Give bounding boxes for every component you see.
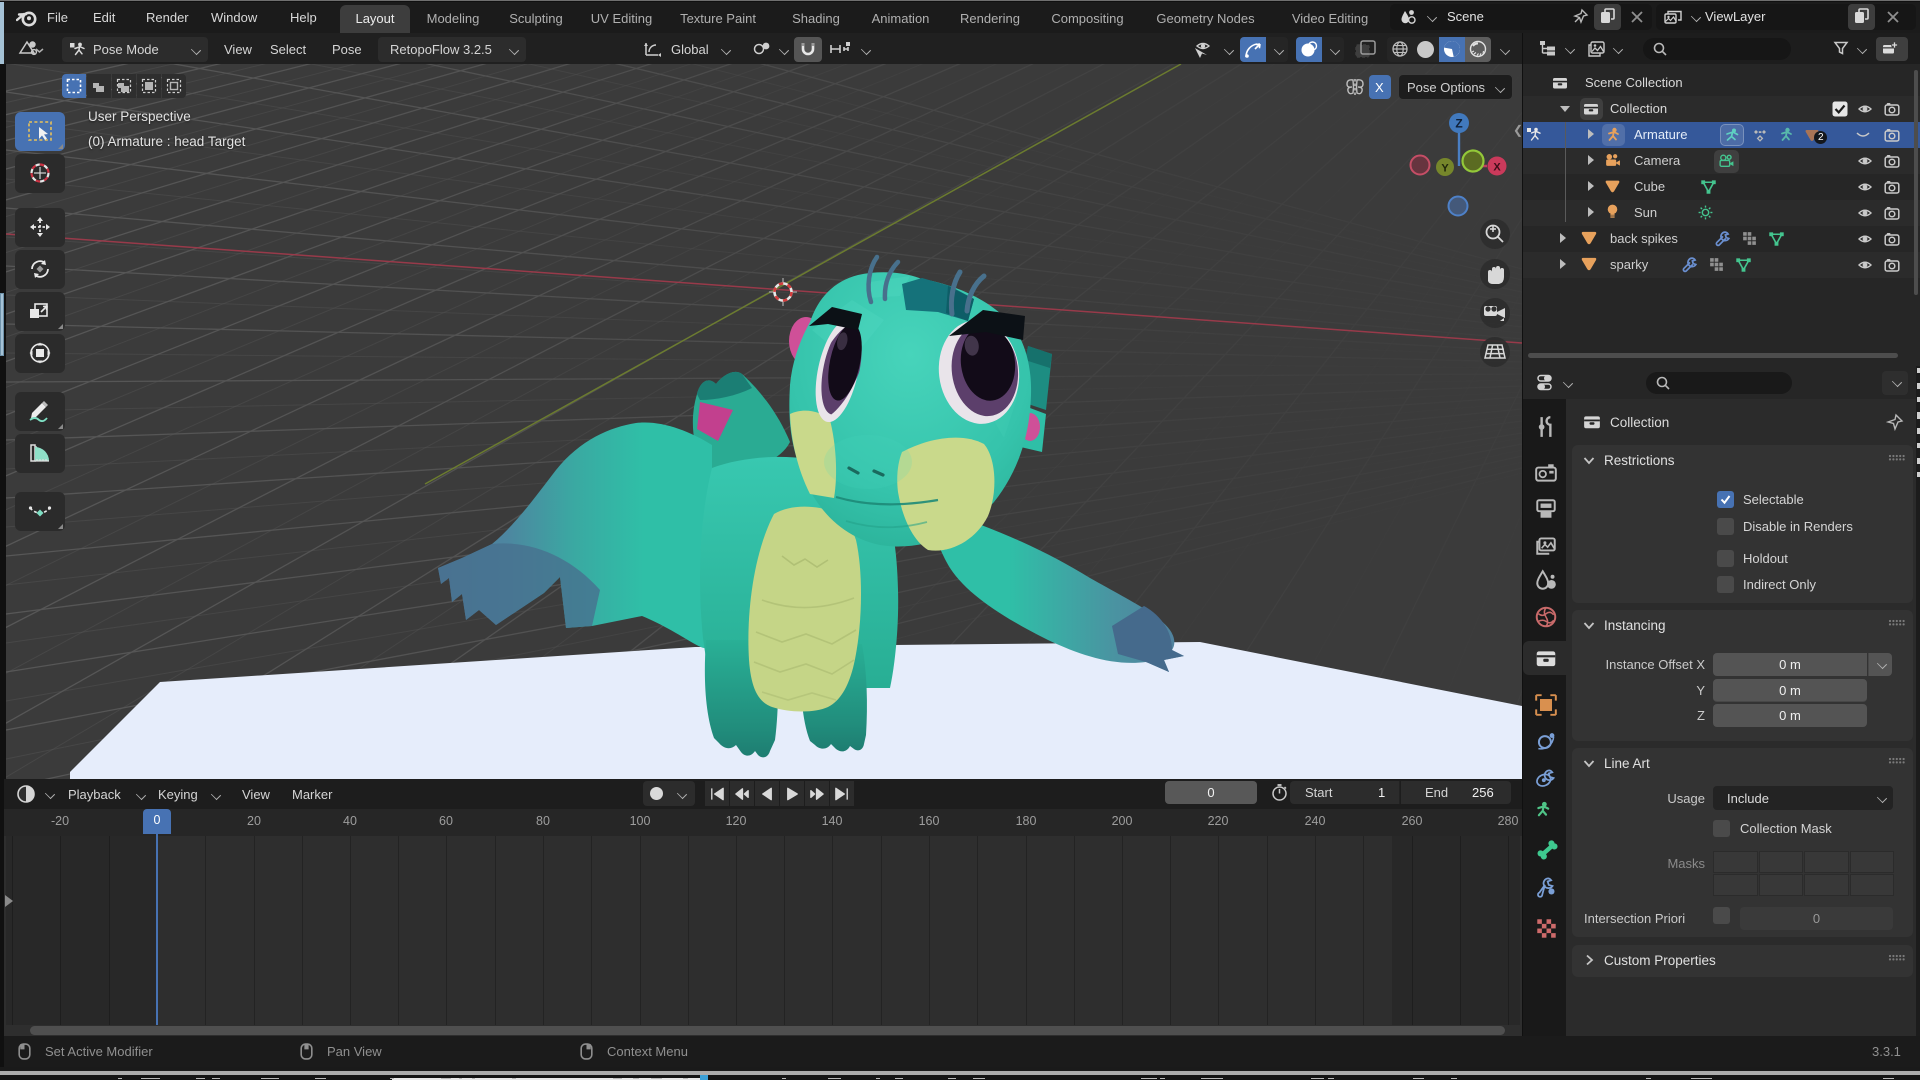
svg-text:❮: ❮ xyxy=(1513,123,1522,137)
svg-text:Y: Y xyxy=(1441,163,1449,175)
svg-text:X: X xyxy=(1493,162,1501,174)
svg-text:Z: Z xyxy=(1455,117,1462,131)
